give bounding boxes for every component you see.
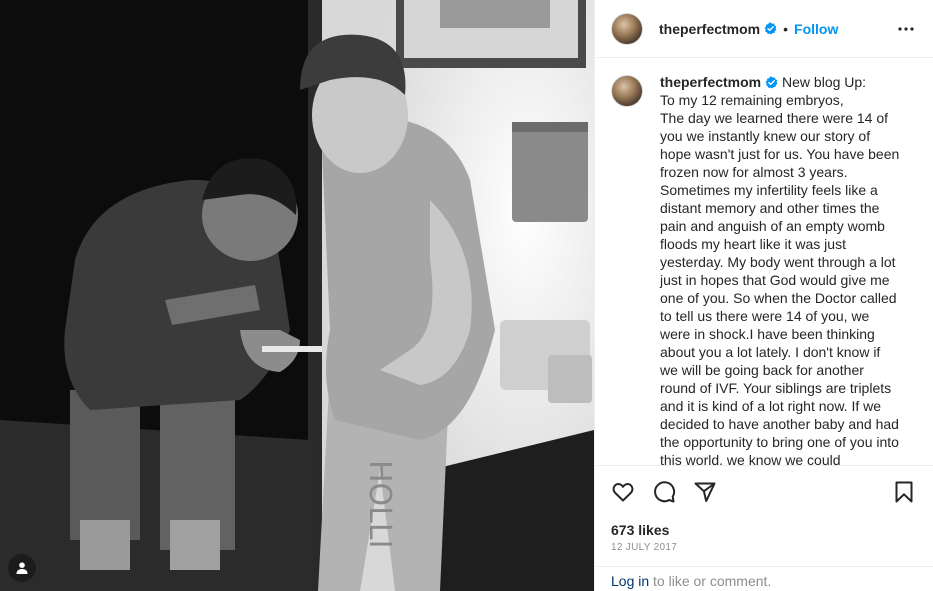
login-prompt-text: to like or comment.	[649, 573, 772, 589]
separator-dot: •	[783, 20, 789, 37]
user-tag-icon	[16, 562, 28, 574]
caption-username[interactable]: theperfectmom	[660, 74, 761, 90]
more-options-icon[interactable]	[897, 20, 915, 38]
login-prompt: Log in to like or comment.	[595, 566, 933, 591]
caption-avatar[interactable]	[611, 75, 643, 107]
caption-comment: theperfectmom New blog Up: To my 12 rema…	[611, 73, 917, 465]
actions-section: 673 likes 12 JULY 2017	[595, 465, 933, 565]
post-image: HOLLI	[0, 0, 594, 591]
follow-button[interactable]: Follow	[794, 21, 838, 37]
caption-body: New blog Up: To my 12 remaining embryos,…	[660, 74, 900, 465]
post-side-panel: theperfectmom • Follow theperfectmom New…	[594, 0, 933, 591]
avatar[interactable]	[611, 12, 643, 45]
caption-section: theperfectmom New blog Up: To my 12 rema…	[595, 59, 933, 465]
share-icon[interactable]	[693, 480, 717, 504]
post-header: theperfectmom • Follow	[595, 0, 933, 58]
user-tag-button[interactable]	[8, 554, 36, 582]
post-photo[interactable]: HOLLI	[0, 0, 594, 591]
comment-icon[interactable]	[652, 480, 676, 504]
action-icons	[595, 466, 933, 516]
caption-text-block: theperfectmom New blog Up: To my 12 rema…	[660, 73, 902, 465]
bookmark-icon[interactable]	[892, 480, 916, 504]
likes-count[interactable]: 673 likes	[611, 522, 669, 538]
post-date: 12 JULY 2017	[611, 542, 678, 553]
verified-badge-icon	[764, 22, 777, 35]
svg-text:HOLLI: HOLLI	[362, 460, 397, 548]
heart-icon[interactable]	[611, 480, 635, 504]
login-link[interactable]: Log in	[611, 573, 649, 589]
author-username[interactable]: theperfectmom	[659, 21, 760, 37]
verified-badge-icon	[765, 76, 778, 89]
